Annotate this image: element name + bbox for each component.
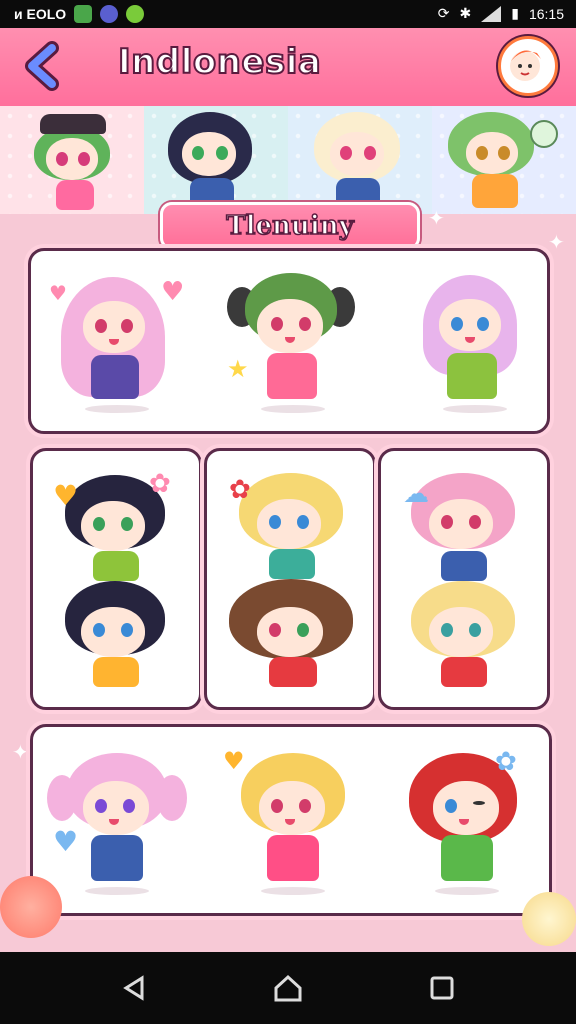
character-figure [59,577,175,687]
character-figure [47,745,187,897]
flower-icon: ✿ [229,475,251,505]
character-portrait[interactable] [164,108,260,212]
system-navigation-bar [0,952,576,1024]
character-figure [235,469,351,579]
character-portrait[interactable] [26,112,122,212]
character-card[interactable]: ♥ ✿ [30,448,202,710]
character-card[interactable]: ♥ ♥ ★ [28,248,550,434]
character-portrait[interactable] [448,108,558,212]
sync-icon: ⟳ [437,5,450,21]
heart-icon: ♥ [53,479,79,512]
app-header: Indlonesia [0,28,576,110]
star-icon: ★ [227,355,249,383]
character-figure [227,265,355,415]
section-label-text: Tlenuiny [226,210,355,242]
page-title: Indlonesia [117,41,322,83]
heart-icon: ♥ [53,825,79,858]
rose-decoration [522,892,576,946]
battery-icon: ▮ [511,5,519,21]
character-figure [229,575,355,687]
status-bar: ᴎ EOLO ⟳ ✱ ▮ 16:15 [0,0,576,28]
app-notification-icon [100,5,119,23]
app-notification-icon [74,5,93,23]
heart-icon: ♥ [223,747,245,775]
flower-icon: ✿ [495,747,517,777]
sparkle-icon: ✦ [12,740,29,764]
character-card[interactable]: ✿ [204,448,376,710]
character-figure [55,265,173,415]
nav-back-icon[interactable] [120,974,148,1002]
status-time: 16:15 [528,5,564,22]
flower-icon: ✿ [149,469,171,499]
cloud-icon: ☁ [403,479,429,509]
banner-panel [288,106,432,214]
nav-home-icon[interactable] [272,974,304,1002]
back-arrow-icon[interactable] [18,40,70,92]
nav-recents-icon[interactable] [428,974,456,1002]
banner-panel [432,106,576,214]
character-card[interactable]: ♥ ♥ ✿ [30,724,552,916]
heart-icon: ♥ [49,281,67,305]
character-card[interactable]: ☁ [378,448,550,710]
character-figure [407,577,523,687]
signal-icon [481,5,502,22]
banner-panel [0,106,144,214]
app-notification-icon [126,5,145,23]
banner-panel [144,106,288,214]
sparkle-icon: ✦ [548,230,565,254]
status-carrier-text: ᴎ EOLO [14,6,67,22]
bluetooth-icon: ✱ [459,5,472,21]
avatar-face [510,50,541,81]
character-figure [417,265,529,415]
character-portrait[interactable] [310,108,406,212]
profile-avatar-icon[interactable] [498,36,558,96]
rose-decoration [0,876,62,938]
character-banner-strip [0,106,576,214]
section-label: Tlenuiny [160,202,420,250]
character-figure [233,743,353,897]
heart-icon: ♥ [161,277,185,307]
sparkle-icon: ✦ [428,206,445,230]
